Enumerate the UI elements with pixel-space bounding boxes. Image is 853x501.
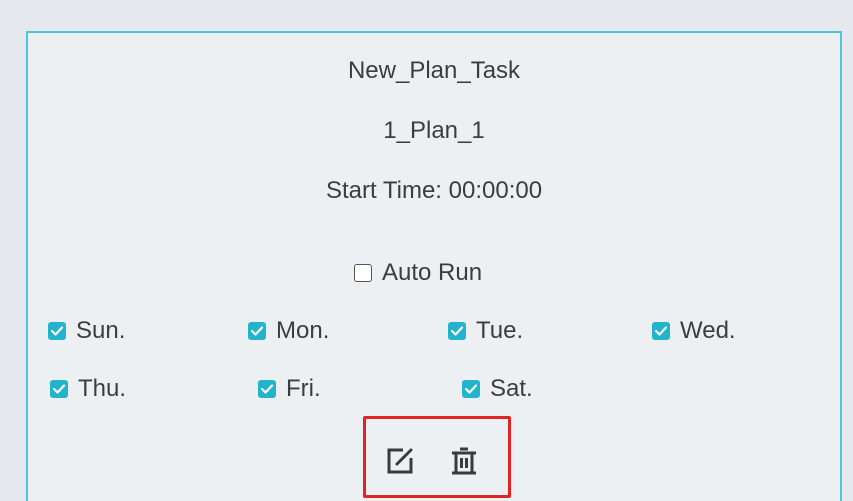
day-checkbox-wed[interactable]: Wed. [652, 317, 736, 345]
auto-run-label: Auto Run [382, 259, 483, 286]
action-highlight-box [363, 416, 511, 498]
plan-task-card: New_Plan_Task 1_Plan_1 Start Time: 00:00… [26, 31, 842, 501]
check-icon[interactable] [652, 322, 670, 340]
day-checkbox-mon[interactable]: Mon. [248, 317, 329, 345]
day-label-fri: Fri. [286, 375, 321, 402]
day-label-wed: Wed. [680, 317, 736, 344]
delete-button[interactable] [446, 443, 482, 479]
edit-icon [387, 448, 413, 474]
check-icon[interactable] [258, 380, 276, 398]
day-label-sun: Sun. [76, 317, 126, 344]
day-label-thu: Thu. [78, 375, 127, 402]
day-label-sat: Sat. [490, 375, 533, 402]
task-name: New_Plan_Task [347, 57, 521, 84]
day-checkbox-thu[interactable]: Thu. [50, 375, 126, 403]
day-checkbox-fri[interactable]: Fri. [258, 375, 321, 403]
day-label-mon: Mon. [276, 317, 330, 344]
start-time: Start Time: 00:00:00 [325, 177, 543, 204]
edit-button[interactable] [382, 443, 418, 479]
plan-name: 1_Plan_1 [383, 117, 485, 144]
check-icon[interactable] [448, 322, 466, 340]
check-icon[interactable] [48, 322, 66, 340]
day-checkbox-sat[interactable]: Sat. [462, 375, 533, 403]
day-checkbox-tue[interactable]: Tue. [448, 317, 523, 345]
auto-run-checkbox[interactable]: Auto Run [354, 259, 482, 287]
check-icon[interactable] [462, 380, 480, 398]
trash-icon [452, 447, 476, 475]
day-label-tue: Tue. [476, 317, 524, 344]
day-checkbox-sun[interactable]: Sun. [48, 317, 125, 345]
check-icon[interactable] [248, 322, 266, 340]
auto-run-checkbox-box[interactable] [354, 264, 372, 282]
check-icon[interactable] [50, 380, 68, 398]
